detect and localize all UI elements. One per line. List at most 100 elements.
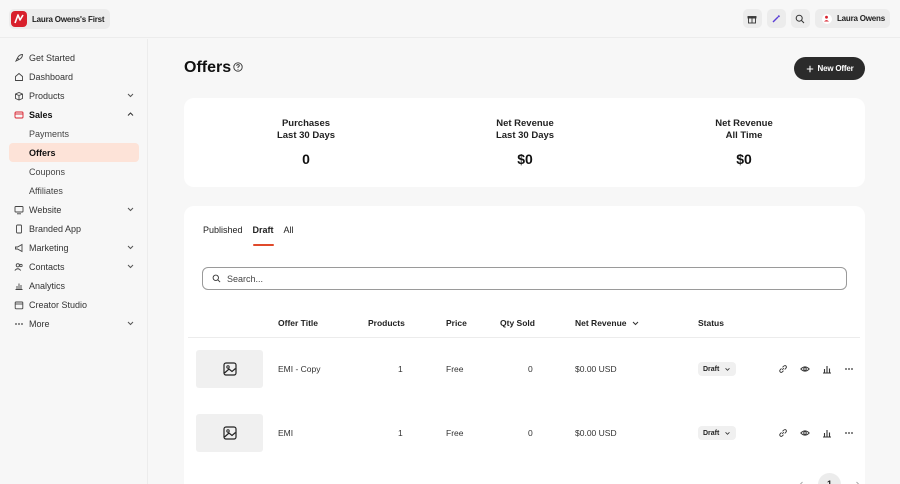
analytics-icon[interactable] — [822, 364, 832, 374]
column-header-qty-sold[interactable]: Qty Sold — [500, 318, 535, 328]
column-header-status[interactable]: Status — [698, 318, 724, 328]
stat-value: $0 — [736, 151, 752, 167]
sidebar-item-website[interactable]: Website — [9, 200, 139, 219]
status-label: Draft — [703, 365, 720, 373]
chevron-down-icon — [127, 245, 134, 250]
sidebar-item-get-started[interactable]: Get Started — [9, 48, 139, 67]
eye-icon[interactable] — [800, 428, 810, 438]
sidebar-item-label: Dashboard — [29, 71, 74, 82]
sidebar-subitem-coupons[interactable]: Coupons — [9, 162, 139, 181]
offer-net-revenue: $0.00 USD — [575, 364, 617, 374]
user-name: Laura Owens — [836, 14, 885, 23]
stat-value: 0 — [302, 151, 310, 167]
sidebar-subitem-offers[interactable]: Offers — [9, 143, 139, 162]
more-options-icon[interactable] — [844, 428, 854, 438]
workspace-name: Laura Owens's First — [32, 14, 105, 24]
sidebar-subitem-label: Offers — [29, 147, 56, 158]
analytics-icon[interactable] — [822, 428, 832, 438]
sidebar-item-contacts[interactable]: Contacts — [9, 257, 139, 276]
top-bar: Laura Owens's First Laura Owens — [0, 0, 900, 38]
column-header-net-revenue[interactable]: Net Revenue — [575, 318, 640, 328]
sort-chevron-down-icon — [632, 321, 638, 325]
avatar — [821, 13, 832, 24]
column-header-products[interactable]: Products — [368, 318, 405, 328]
table-row[interactable]: EMI - Copy 1 Free 0 $0.00 USD Draft — [188, 338, 860, 402]
sidebar-item-label: Get Started — [29, 52, 76, 63]
table-row[interactable]: EMI 1 Free 0 $0.00 USD Draft — [188, 402, 860, 466]
chevron-right-icon[interactable] — [853, 480, 863, 484]
tab-published[interactable]: Published — [203, 225, 243, 246]
sidebar-item-label: Website — [29, 204, 62, 215]
sidebar-item-label: Marketing — [29, 242, 69, 253]
image-placeholder-icon — [222, 362, 237, 376]
offer-price: Free — [446, 364, 464, 374]
tab-draft[interactable]: Draft — [252, 225, 274, 246]
stat-purchases-30d: Purchases Last 30 Days 0 — [226, 118, 386, 167]
box-icon — [14, 91, 24, 101]
sidebar-item-analytics[interactable]: Analytics — [9, 276, 139, 295]
gift-button[interactable] — [742, 9, 762, 28]
offer-qty-sold: 0 — [528, 428, 533, 438]
rocket-icon — [14, 53, 24, 63]
search-input[interactable] — [227, 273, 787, 284]
sidebar-item-label: More — [29, 318, 50, 329]
sidebar-item-label: Analytics — [29, 280, 66, 291]
chevron-down-icon — [127, 264, 134, 269]
stat-label-line1: Net Revenue — [715, 118, 773, 129]
sidebar-item-label: Products — [29, 90, 65, 101]
new-offer-button[interactable]: New Offer — [794, 57, 865, 80]
eye-icon[interactable] — [800, 364, 810, 374]
stat-label-line1: Purchases — [281, 118, 331, 129]
link-icon[interactable] — [778, 428, 788, 438]
people-icon — [14, 262, 24, 272]
dots-icon — [14, 319, 24, 329]
sidebar-item-branded-app[interactable]: Branded App — [9, 219, 139, 238]
stats-card: Purchases Last 30 Days 0 Net Revenue Las… — [184, 98, 865, 187]
sidebar-item-products[interactable]: Products — [9, 86, 139, 105]
sidebar-item-more[interactable]: More — [9, 314, 139, 333]
stat-label-line1: Net Revenue — [496, 118, 554, 129]
sidebar-item-dashboard[interactable]: Dashboard — [9, 67, 139, 86]
search-icon — [796, 14, 805, 23]
tab-all[interactable]: All — [284, 225, 294, 246]
chevron-down-icon — [127, 321, 134, 326]
search-button[interactable] — [790, 9, 810, 28]
chevron-down-icon — [725, 367, 731, 371]
image-placeholder-icon — [222, 426, 237, 440]
table-header: Offer Title Products Price Qty Sold Net … — [188, 311, 860, 338]
column-header-price[interactable]: Price — [446, 318, 467, 328]
sidebar-item-label: Branded App — [29, 223, 82, 234]
sidebar-item-label: Sales — [29, 109, 53, 120]
status-dropdown[interactable]: Draft — [698, 362, 737, 376]
sidebar-item-sales[interactable]: Sales — [9, 105, 139, 124]
sidebar-subitem-payments[interactable]: Payments — [9, 124, 139, 143]
home-icon — [14, 72, 24, 82]
status-dropdown[interactable]: Draft — [698, 426, 737, 440]
credit-card-icon — [14, 110, 24, 120]
user-menu[interactable]: Laura Owens — [814, 9, 890, 28]
sidebar-subitem-label: Coupons — [29, 166, 66, 177]
chevron-down-icon — [127, 207, 134, 212]
sidebar-item-marketing[interactable]: Marketing — [9, 238, 139, 257]
stat-label-line2: All Time — [725, 130, 763, 141]
more-options-icon[interactable] — [844, 364, 854, 374]
magic-wand-button[interactable] — [766, 9, 786, 28]
page-button-current[interactable]: 1 — [818, 473, 841, 484]
offer-title[interactable]: EMI - Copy — [278, 364, 321, 374]
phone-icon — [14, 224, 24, 234]
sidebar-subitem-label: Affiliates — [29, 185, 63, 196]
chevron-left-icon[interactable] — [796, 480, 806, 484]
user-icon — [824, 15, 830, 22]
chevron-down-icon — [725, 431, 731, 435]
workspace-switcher[interactable]: Laura Owens's First — [9, 9, 111, 29]
brand-logo-icon — [11, 11, 27, 27]
help-icon[interactable] — [233, 62, 243, 72]
magic-wand-icon — [772, 14, 781, 22]
link-icon[interactable] — [778, 364, 788, 374]
sidebar-subitem-affiliates[interactable]: Affiliates — [9, 181, 139, 200]
column-header-offer-title[interactable]: Offer Title — [278, 318, 318, 328]
sidebar-item-creator-studio[interactable]: Creator Studio — [9, 295, 139, 314]
offers-table-card: Published Draft All Offer Title Products… — [184, 206, 865, 484]
pagination: 1 — [796, 473, 863, 484]
offer-title[interactable]: EMI — [278, 428, 293, 438]
